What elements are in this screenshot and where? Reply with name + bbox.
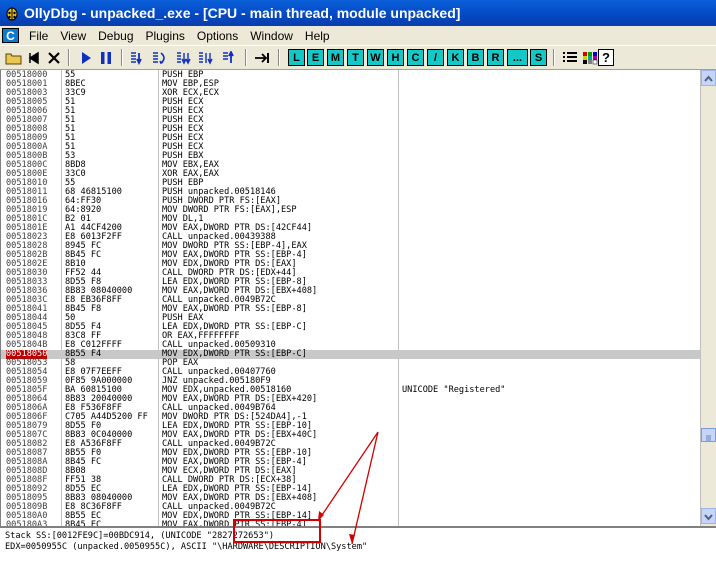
menu-window[interactable]: Window — [244, 29, 299, 43]
disassembly-row[interactable]: 0051804B E8 C012FFFF CALL unpacked.0050931… — [1, 341, 700, 350]
disassembly-row[interactable]: 00518007 51 PUSH ECX — [1, 116, 700, 125]
disassembly-row[interactable]: 00518001 8BEC MOV EBP,ESP — [1, 80, 700, 89]
disassembly-row[interactable]: 00518082 E8 A536F8FF CALL unpacked.0049B72… — [1, 440, 700, 449]
serial-highlight-box — [233, 519, 321, 543]
toolbar-separator — [68, 49, 70, 66]
menu-plugins[interactable]: Plugins — [140, 29, 191, 43]
disassembly-row[interactable]: 00518028 8945 FC MOV DWORD PTR SS:[EBP-4],… — [1, 242, 700, 251]
menu-file[interactable]: File — [23, 29, 54, 43]
disassembly-row[interactable]: 0051808D 8B08 MOV ECX,DWORD PTR DS:[EAX] — [1, 467, 700, 476]
ollydbg-bug-icon — [4, 5, 20, 21]
disassembly-row[interactable]: 00518087 8B55 F0 MOV EDX,DWORD PTR SS:[EBP… — [1, 449, 700, 458]
disassembly-row[interactable]: 00518006 51 PUSH ECX — [1, 107, 700, 116]
info-pane[interactable]: Stack SS:[0012FE9C]=00BDC914, (UNICODE "… — [0, 526, 716, 564]
step-over-icon[interactable] — [150, 49, 170, 66]
breakpoints-window-button[interactable]: B — [467, 49, 484, 66]
disassembly-row[interactable]: 00518008 51 PUSH ECX — [1, 125, 700, 134]
scrollbar-thumb[interactable] — [701, 428, 716, 442]
disassembly-row[interactable]: 00518003 33C9 XOR ECX,ECX — [1, 89, 700, 98]
disassembly-scrollbar[interactable] — [700, 70, 716, 526]
palette-icon[interactable] — [580, 49, 600, 66]
run-icon[interactable] — [76, 49, 96, 66]
patches-window-button[interactable]: / — [427, 49, 444, 66]
toolbar: L E M T W H C / K B R ... S ? — [0, 45, 716, 70]
pause-icon[interactable] — [96, 49, 116, 66]
disassembly-row[interactable]: 00518023 E8 6013F2FF CALL unpacked.0043938… — [1, 233, 700, 242]
log-window-button[interactable]: L — [288, 49, 305, 66]
toolbar-separator — [121, 49, 123, 66]
disassembly-row[interactable]: 005180A0 8B55 EC MOV EDX,DWORD PTR SS:[EBP… — [1, 512, 700, 521]
menu-bar: C File View Debug Plugins Options Window… — [0, 26, 716, 45]
disassembly-row[interactable]: 00518005 51 PUSH ECX — [1, 98, 700, 107]
disassembly-row[interactable]: 0051808A 8B45 FC MOV EAX,DWORD PTR SS:[EBP… — [1, 458, 700, 467]
open-icon[interactable] — [4, 49, 24, 66]
call-stack-window-button[interactable]: K — [447, 49, 464, 66]
toolbar-separator — [553, 49, 555, 66]
toolbar-separator — [278, 49, 280, 66]
threads-window-button[interactable]: T — [347, 49, 364, 66]
close-icon[interactable] — [44, 49, 64, 66]
disassembly-row[interactable]: 0051802B 8B45 FC MOV EAX,DWORD PTR SS:[EBP… — [1, 251, 700, 260]
cpu-window-button[interactable]: C — [407, 49, 424, 66]
restart-icon[interactable] — [24, 49, 44, 66]
execute-till-return-icon[interactable] — [220, 49, 240, 66]
disassembly-row[interactable]: 0051808F FF51 38 CALL DWORD PTR DS:[ECX+38… — [1, 476, 700, 485]
scroll-up-button[interactable] — [701, 70, 716, 86]
references-window-button[interactable]: R — [487, 49, 504, 66]
scroll-down-button[interactable] — [701, 508, 716, 524]
disassembly-row[interactable]: 0051800A 51 PUSH ECX — [1, 143, 700, 152]
disassembly-row[interactable]: 00518030 FF52 44 CALL DWORD PTR DS:[EDX+44… — [1, 269, 700, 278]
step-into-icon[interactable] — [128, 49, 148, 66]
disassembly-row[interactable]: 00518011 68 46815100 PUSH unpacked.0051814… — [1, 188, 700, 197]
disassembly-row[interactable]: 0051802E 8B10 MOV EDX,DWORD PTR DS:[EAX] — [1, 260, 700, 269]
title-bar[interactable]: OllyDbg - unpacked_.exe - [CPU - main th… — [0, 0, 716, 26]
disassembly-row[interactable]: 0051809B E8 8C36F8FF CALL unpacked.0049B72… — [1, 503, 700, 512]
source-window-button[interactable]: S — [530, 49, 547, 66]
memory-window-button[interactable]: M — [327, 49, 344, 66]
modules-window-button[interactable]: E — [307, 49, 324, 66]
disassembly-row[interactable]: 0051800E 33C0 XOR EAX,EAX — [1, 170, 700, 179]
comment-cell: UNICODE "Registered" — [402, 385, 506, 395]
window-title: OllyDbg - unpacked_.exe - [CPU - main th… — [24, 5, 461, 21]
disassembly-row[interactable]: 00518019 64:8920 MOV DWORD PTR FS:[EAX],ES… — [1, 206, 700, 215]
list-icon[interactable] — [560, 49, 580, 66]
handles-window-button[interactable]: H — [387, 49, 404, 66]
disassembly-row[interactable]: 0051803C E8 EB36F8FF CALL unpacked.0049B72… — [1, 296, 700, 305]
menu-help[interactable]: Help — [299, 29, 336, 43]
disassembly-row[interactable]: 0051806F C705 A44D5200 FF MOV DWORD PTR DS… — [1, 413, 700, 422]
run-trace-window-button[interactable]: ... — [507, 49, 528, 66]
help-icon[interactable]: ? — [598, 49, 614, 66]
disassembly-row[interactable]: 00518041 8B45 F8 MOV EAX,DWORD PTR SS:[EBP… — [1, 305, 700, 314]
go-to-icon[interactable] — [253, 49, 273, 66]
toolbar-separator — [245, 49, 247, 66]
trace-over-icon[interactable] — [196, 49, 216, 66]
windows-window-button[interactable]: W — [367, 49, 384, 66]
disassembly-row[interactable]: 00518045 8D55 F4 LEA EDX,DWORD PTR SS:[EBP… — [1, 323, 700, 332]
disassembly-row[interactable]: 00518009 51 PUSH ECX — [1, 134, 700, 143]
disassembly-row[interactable]: 00518016 64:FF30 PUSH DWORD PTR FS:[EAX] — [1, 197, 700, 206]
menu-view[interactable]: View — [54, 29, 92, 43]
trace-into-icon[interactable] — [174, 49, 194, 66]
disassembly-pane[interactable]: 00518000 55 PUSH EBP 00518001 8BEC MOV EBP,ES… — [0, 70, 700, 526]
disassembly-row[interactable]: 00518000 55 PUSH EBP — [1, 71, 700, 80]
info-line-edx: EDX=0050955C (unpacked.0050955C), ASCII … — [5, 542, 368, 552]
disassembly-row[interactable]: 00518050 8B55 F4 MOV EDX,DWORD PTR SS:[EBP… — [1, 350, 700, 359]
cpu-window-icon[interactable]: C — [2, 28, 19, 43]
disassembly-row[interactable]: 0051800B 53 PUSH EBX — [1, 152, 700, 161]
disassembly-row[interactable]: 0051800C 8BD8 MOV EBX,EAX — [1, 161, 700, 170]
menu-options[interactable]: Options — [191, 29, 244, 43]
menu-debug[interactable]: Debug — [92, 29, 139, 43]
disassembly-row[interactable]: 00518044 50 PUSH EAX — [1, 314, 700, 323]
